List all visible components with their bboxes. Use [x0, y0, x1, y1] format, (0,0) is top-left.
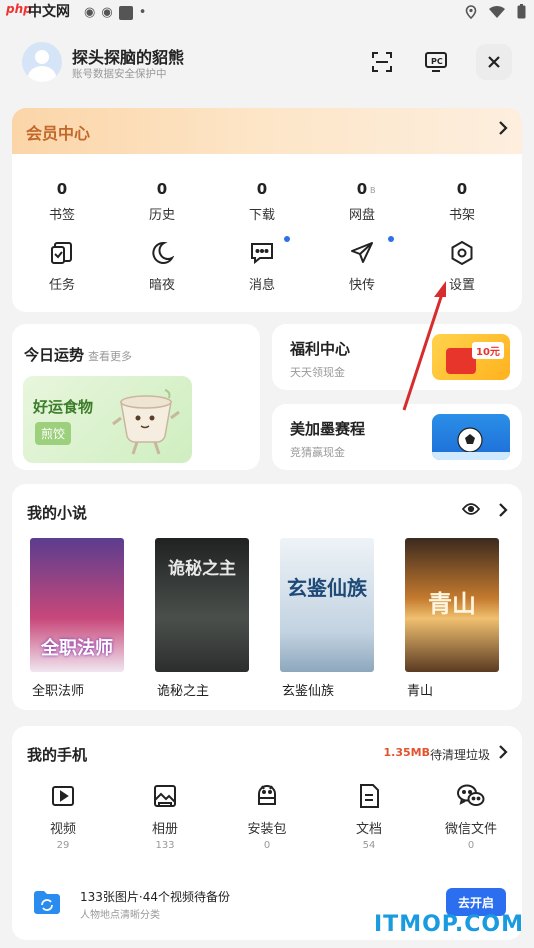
- lucky-food-tag: 煎饺: [35, 422, 72, 445]
- weibo-icon: ◉: [84, 5, 96, 20]
- stat-cloud-drive[interactable]: 0 B 网盘: [312, 180, 412, 223]
- android-icon: [258, 785, 276, 805]
- account-security-note: 账号数据安全保护中: [72, 68, 167, 80]
- welfare-center-card[interactable]: 福利中心 天天领现金 10元: [272, 324, 522, 390]
- location-icon: [465, 4, 477, 19]
- unread-dot: [284, 236, 290, 242]
- eye-icon[interactable]: [462, 502, 480, 516]
- phone-title: 我的手机: [27, 746, 88, 764]
- close-button[interactable]: [476, 44, 512, 80]
- red-envelope-image: 10元: [432, 334, 510, 380]
- moon-icon: [152, 241, 174, 264]
- task-icon: [51, 242, 72, 264]
- settings-icon: [451, 240, 473, 266]
- more-dot-icon: •: [138, 5, 147, 20]
- book-title: 青山: [407, 684, 434, 699]
- wifi-icon: [489, 6, 505, 18]
- fortune-title: 今日运势: [24, 346, 85, 364]
- tools-row: 任务 暗夜 消息 快传 设置: [12, 236, 522, 293]
- chevron-right-icon[interactable]: [498, 744, 508, 760]
- book-cover: 青山: [405, 538, 499, 672]
- book-title: 全职法师: [32, 684, 85, 699]
- message-icon: [251, 243, 273, 265]
- welfare-badge: 10元: [472, 342, 504, 359]
- lucky-food-card[interactable]: 好运食物 煎饺: [23, 376, 192, 463]
- category-video[interactable]: 视频 29: [12, 782, 114, 851]
- welfare-title: 福利中心: [290, 340, 351, 358]
- pc-button[interactable]: PC: [418, 44, 454, 80]
- avatar[interactable]: [22, 42, 62, 82]
- stat-bookshelf[interactable]: 0 书架: [412, 180, 512, 223]
- match-title: 美加墨赛程: [290, 420, 366, 438]
- book-list: 全职法师 全职法师 诡秘之主 诡秘之主 玄鉴仙族 玄鉴仙族 青山 青山: [30, 538, 499, 699]
- tool-tasks[interactable]: 任务: [12, 238, 112, 293]
- book-title: 玄鉴仙族: [282, 684, 335, 699]
- book-item[interactable]: 诡秘之主 诡秘之主: [155, 538, 249, 699]
- daily-fortune-card[interactable]: 今日运势 查看更多 好运食物 煎饺: [12, 324, 260, 470]
- my-novels-card: 我的小说 全职法师 全职法师 诡秘之主 诡秘之主 玄鉴仙族 玄鉴仙族 青山 青山: [12, 484, 522, 710]
- stat-downloads[interactable]: 0 下载: [212, 180, 312, 223]
- chevron-right-icon: [499, 121, 508, 135]
- member-center-card: 会员中心 0 书签 0 历史 0 下载 0 B 网盘 0 书架 任务 暗夜 消息 快传 设: [12, 108, 522, 312]
- lucky-food-title: 好运食物: [33, 398, 94, 416]
- video-icon: [52, 786, 74, 806]
- novels-title: 我的小说: [27, 504, 88, 522]
- fortune-more-link[interactable]: 查看更多: [88, 348, 132, 364]
- close-icon: [488, 56, 500, 68]
- member-center-header[interactable]: 会员中心: [12, 108, 522, 154]
- book-cover: 玄鉴仙族: [280, 538, 374, 672]
- scan-button[interactable]: [364, 44, 400, 80]
- book-item[interactable]: 青山 青山: [405, 538, 499, 699]
- category-documents[interactable]: 文档 54: [318, 782, 420, 851]
- album-icon: [154, 785, 176, 807]
- cloud-backup-icon: [34, 891, 60, 914]
- battery-icon: [517, 4, 526, 19]
- cloud-drive-unit: B: [370, 186, 376, 195]
- stat-history[interactable]: 0 历史: [112, 180, 212, 223]
- scan-icon: [372, 52, 392, 72]
- document-icon: [360, 784, 379, 808]
- chevron-right-icon[interactable]: [498, 502, 508, 518]
- watermark-itmop: ITMOP.COM: [374, 912, 524, 937]
- junk-clean-link[interactable]: 待清理垃圾: [430, 746, 490, 763]
- pc-icon: PC: [425, 52, 447, 72]
- mascot-illustration: [112, 389, 180, 455]
- weibo-icon: ◉: [101, 5, 113, 20]
- unread-dot: [388, 236, 394, 242]
- tool-night-mode[interactable]: 暗夜: [112, 238, 212, 293]
- book-title: 诡秘之主: [157, 684, 210, 699]
- watermark-cn: 中文网: [28, 4, 70, 20]
- book-cover: 全职法师: [30, 538, 124, 672]
- football-image: [432, 414, 510, 460]
- category-wechat-files[interactable]: 微信文件 0: [420, 782, 522, 851]
- tool-settings[interactable]: 设置: [412, 238, 512, 293]
- phone-file-categories: 视频 29 相册 133 安装包 0 文档 54 微信文件 0: [12, 782, 522, 851]
- stat-bookmarks[interactable]: 0 书签: [12, 180, 112, 223]
- junk-size[interactable]: 1.35MB: [384, 746, 430, 759]
- book-cover: 诡秘之主: [155, 538, 249, 672]
- send-icon: [351, 242, 373, 263]
- notification-icons: ◉ ◉ •: [84, 5, 146, 20]
- welfare-subtitle: 天天领现金: [290, 366, 345, 379]
- backup-summary: 133张图片·44个视频待备份: [80, 890, 230, 904]
- status-bar: php 中文网 ◉ ◉ •: [0, 0, 534, 28]
- category-apk[interactable]: 安装包 0: [216, 782, 318, 851]
- wechat-icon: [457, 784, 485, 806]
- match-subtitle: 竞猜赢现金: [290, 446, 345, 459]
- book-item[interactable]: 玄鉴仙族 玄鉴仙族: [280, 538, 374, 699]
- svg-text:PC: PC: [431, 57, 443, 66]
- my-phone-card: 我的手机 1.35MB 待清理垃圾 视频 29 相册 133 安装包 0 文档 54 微…: [12, 726, 522, 940]
- app-notification-icon: [118, 5, 133, 20]
- category-album[interactable]: 相册 133: [114, 782, 216, 851]
- stats-row: 0 书签 0 历史 0 下载 0 B 网盘 0 书架: [12, 180, 522, 223]
- tool-quick-transfer[interactable]: 快传: [312, 236, 412, 293]
- football-icon: [457, 427, 483, 453]
- username[interactable]: 探头探脑的貂熊: [72, 44, 184, 68]
- match-schedule-card[interactable]: 美加墨赛程 竞猜赢现金: [272, 404, 522, 470]
- system-icons: [465, 4, 526, 19]
- book-item[interactable]: 全职法师 全职法师: [30, 538, 124, 699]
- backup-subtitle: 人物地点清晰分类: [80, 910, 160, 921]
- member-center-title: 会员中心: [26, 124, 91, 143]
- tool-messages[interactable]: 消息: [212, 236, 312, 293]
